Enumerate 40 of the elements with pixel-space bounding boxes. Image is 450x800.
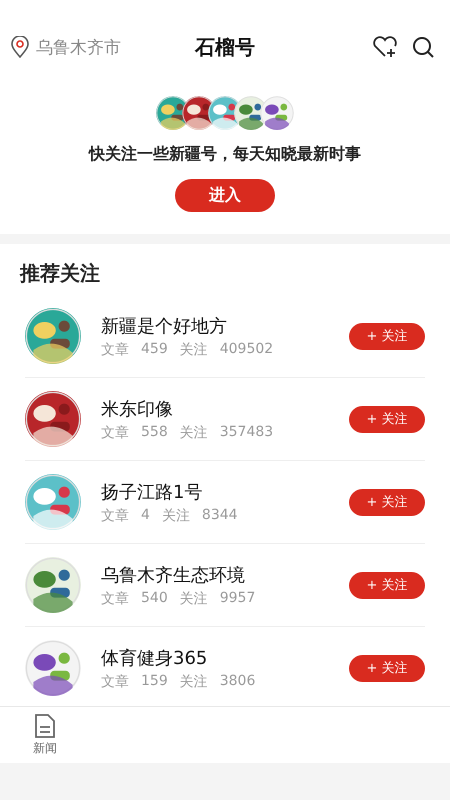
follow-button[interactable]: + 关注 <box>349 572 425 598</box>
account-name[interactable]: 米东印像 <box>101 396 349 420</box>
stat-label: 文章 <box>101 506 129 524</box>
follow-button[interactable]: + 关注 <box>349 406 425 432</box>
stat-label: 关注 <box>180 590 208 608</box>
document-icon <box>34 714 56 738</box>
stat-label: 关注 <box>180 672 208 690</box>
article-count: 558 <box>141 424 168 442</box>
enter-button[interactable]: 进入 <box>175 179 275 212</box>
stat-label: 文章 <box>101 340 129 358</box>
follow-button[interactable]: + 关注 <box>349 488 425 516</box>
stat-label: 文章 <box>101 590 129 608</box>
follower-count: 8344 <box>202 506 238 524</box>
page-title: 石榴号 <box>195 34 255 58</box>
tab[interactable]: 新闻 <box>0 707 90 763</box>
account-name[interactable]: 体育健身365 <box>101 646 349 670</box>
follower-count: 357483 <box>220 424 274 442</box>
heart-plus-icon[interactable] <box>372 36 398 58</box>
article-count: 540 <box>141 590 168 608</box>
stat-label: 文章 <box>101 672 129 690</box>
follow-button[interactable]: + 关注 <box>349 322 425 350</box>
stat-label: 文章 <box>101 424 129 442</box>
account-name[interactable]: 新疆是个好地方 <box>101 314 349 338</box>
stat-label: 关注 <box>180 340 208 358</box>
article-count: 4 <box>141 506 150 524</box>
stat-label: 关注 <box>162 506 190 524</box>
section-title: 推荐关注 <box>18 260 101 287</box>
account-name[interactable]: 扬子江路1号 <box>101 480 349 504</box>
follower-count: 9957 <box>220 590 256 608</box>
banner-message: 快关注一些新疆号，每天知晓最新时事 <box>89 144 361 165</box>
search-icon[interactable] <box>412 36 434 58</box>
article-count: 459 <box>141 340 168 358</box>
follower-count: 409502 <box>220 340 274 358</box>
location-pin-icon <box>10 36 30 58</box>
location-label[interactable]: 乌鲁木齐市 <box>36 36 121 58</box>
account-name[interactable]: 乌鲁木齐生态环境 <box>101 562 349 586</box>
article-count: 159 <box>141 672 168 690</box>
stat-label: 关注 <box>180 424 208 442</box>
follow-button[interactable]: + 关注 <box>349 654 425 682</box>
follower-count: 3806 <box>220 672 256 690</box>
